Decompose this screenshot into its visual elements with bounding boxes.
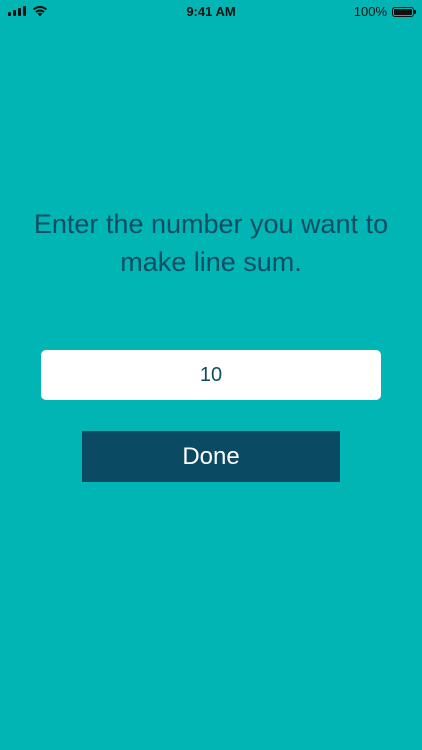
battery-percent: 100% [353,4,387,19]
prompt-text: Enter the number you want to make line s… [33,209,389,277]
done-button[interactable]: Done [82,431,340,482]
battery-icon [392,6,416,17]
status-right: 100% [353,4,416,19]
number-input[interactable] [41,350,381,400]
status-bar: 9:41 AM 100% [0,0,422,22]
battery-fill [394,8,412,15]
